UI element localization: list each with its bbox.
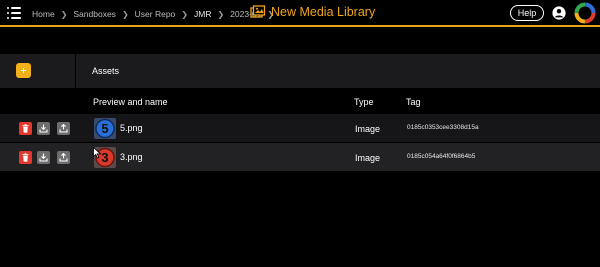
breadcrumb: Home ❯ Sandboxes ❯ User Repo ❯ JMR ❯ 202… xyxy=(32,7,280,21)
add-asset-button[interactable] xyxy=(16,63,31,78)
delete-button[interactable] xyxy=(19,122,32,135)
assets-toolbar: Assets xyxy=(0,54,600,88)
asset-thumbnail[interactable]: 5 xyxy=(94,118,116,139)
column-header-preview[interactable]: Preview and name xyxy=(93,97,168,107)
column-header-tag[interactable]: Tag xyxy=(406,97,421,107)
upload-button[interactable] xyxy=(57,151,70,164)
top-bar: Home ❯ Sandboxes ❯ User Repo ❯ JMR ❯ 202… xyxy=(0,0,600,27)
chevron-right-icon: ❯ xyxy=(60,9,68,19)
column-header-type[interactable]: Type xyxy=(354,97,374,107)
download-icon xyxy=(39,153,48,162)
asset-tag: 0185c0353cee3308d15a xyxy=(407,124,479,131)
assets-table-header: Preview and name Type Tag xyxy=(0,88,600,114)
asset-type: Image xyxy=(355,124,381,134)
asset-type: Image xyxy=(355,153,381,163)
chevron-right-icon: ❯ xyxy=(181,9,188,19)
breadcrumb-sandboxes[interactable]: Sandboxes xyxy=(73,9,116,19)
assets-section-label: Assets xyxy=(92,66,120,76)
thumbnail-digit: 5 xyxy=(101,121,108,136)
page-title: New Media Library xyxy=(271,5,376,19)
brand-logo-icon xyxy=(574,2,596,24)
trash-icon xyxy=(22,153,29,162)
table-row: 3 3.png Image 0185c054a64f0f6864b5 xyxy=(0,143,600,171)
breadcrumb-home[interactable]: Home xyxy=(32,9,55,19)
upload-button[interactable] xyxy=(57,122,70,135)
media-library-icon xyxy=(250,5,266,18)
mouse-pointer-icon xyxy=(93,147,102,159)
download-button[interactable] xyxy=(37,122,50,135)
toolbar-actions xyxy=(0,54,76,88)
asset-name[interactable]: 3.png xyxy=(120,152,143,162)
chevron-right-icon: ❯ xyxy=(217,9,225,19)
breadcrumb-jmr[interactable]: JMR xyxy=(194,9,211,19)
user-account-icon[interactable] xyxy=(552,6,566,20)
hamburger-menu-icon[interactable] xyxy=(7,7,21,19)
delete-button[interactable] xyxy=(19,151,32,164)
asset-tag: 0185c054a64f0f6864b5 xyxy=(407,153,476,160)
upload-icon xyxy=(59,153,68,162)
asset-name[interactable]: 5.png xyxy=(120,123,143,133)
download-icon xyxy=(39,124,48,133)
thumbnail-digit: 3 xyxy=(101,150,108,165)
chevron-right-icon: ❯ xyxy=(121,9,129,19)
download-button[interactable] xyxy=(37,151,50,164)
trash-icon xyxy=(22,124,29,133)
help-button[interactable]: Help xyxy=(510,5,544,21)
breadcrumb-user-repo[interactable]: User Repo xyxy=(135,9,176,19)
upload-icon xyxy=(59,124,68,133)
table-row: 5 5.png Image 0185c0353cee3308d15a xyxy=(0,114,600,142)
